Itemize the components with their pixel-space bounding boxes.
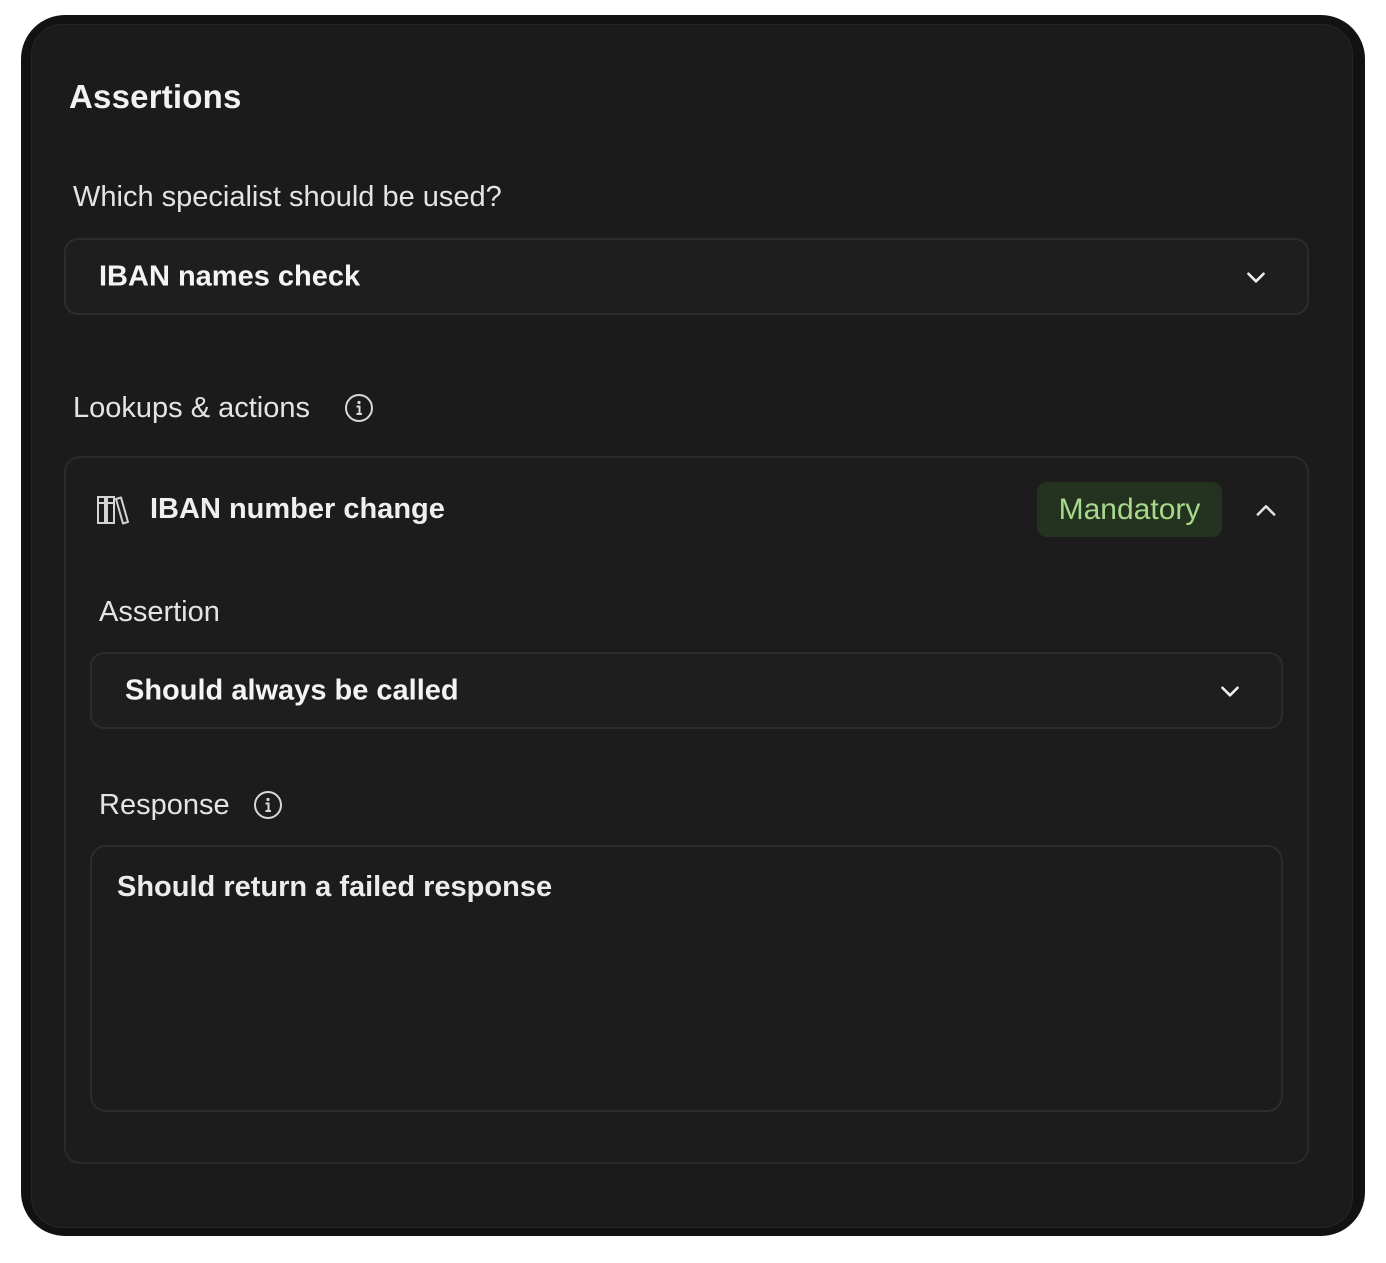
lookups-actions-label: Lookups & actions (73, 392, 310, 424)
chevron-down-icon (1221, 685, 1239, 697)
page-title: Assertions (69, 78, 242, 115)
chevron-down-icon (1247, 271, 1265, 283)
assertion-select[interactable]: Should always be called (90, 652, 1283, 729)
specialist-select[interactable]: IBAN names check (64, 238, 1309, 315)
info-icon[interactable] (344, 393, 374, 423)
response-label: Response (99, 789, 230, 821)
assertion-select-value: Should always be called (125, 674, 459, 706)
chevron-up-icon[interactable] (1252, 497, 1280, 525)
library-books-icon (97, 496, 129, 525)
response-textarea[interactable]: Should return a failed response (90, 845, 1283, 1112)
assertion-label: Assertion (99, 596, 220, 628)
info-icon[interactable] (253, 790, 283, 820)
specialist-select-value: IBAN names check (99, 260, 361, 292)
lookup-item-name: IBAN number change (150, 493, 445, 525)
mandatory-badge: Mandatory (1037, 482, 1222, 537)
specialist-question-label: Which specialist should be used? (73, 181, 502, 213)
